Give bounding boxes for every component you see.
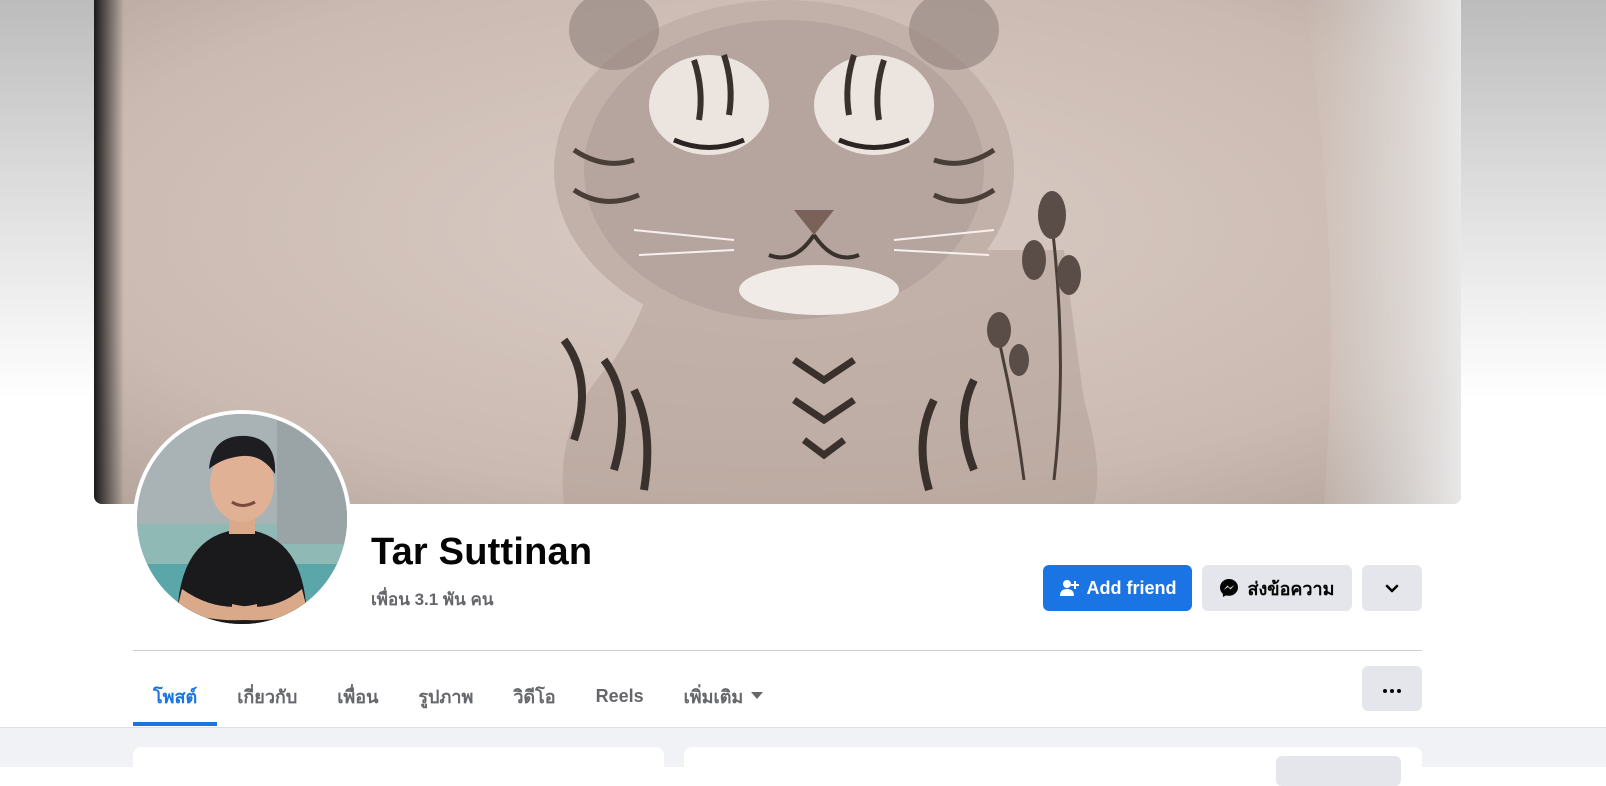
more-options-button[interactable] xyxy=(1362,666,1422,711)
tab-label: วิดีโอ xyxy=(513,686,556,707)
profile-options-dropdown[interactable] xyxy=(1362,565,1422,611)
chevron-down-icon xyxy=(1385,578,1399,599)
header-divider xyxy=(133,650,1422,651)
message-button[interactable]: ส่งข้อความ xyxy=(1202,565,1352,611)
tab-more[interactable]: เพิ่มเติม xyxy=(664,666,784,726)
profile-avatar[interactable] xyxy=(133,410,351,628)
ellipsis-icon xyxy=(1383,680,1401,698)
tab-label: โพสต์ xyxy=(153,686,198,707)
tab-reels[interactable]: Reels xyxy=(576,666,664,726)
caret-down-icon xyxy=(751,692,764,700)
add-friend-label: Add friend xyxy=(1086,577,1177,598)
tab-videos[interactable]: วิดีโอ xyxy=(493,666,575,726)
profile-tabs: โพสต์ เกี่ยวกับ เพื่อน รูปภาพ วิดีโอ Ree… xyxy=(133,666,783,726)
tab-friends[interactable]: เพื่อน xyxy=(317,666,398,726)
message-label: ส่งข้อความ xyxy=(1247,578,1335,599)
filter-button[interactable] xyxy=(1276,756,1401,786)
tab-photos[interactable]: รูปภาพ xyxy=(398,666,493,726)
tab-posts[interactable]: โพสต์ xyxy=(133,666,218,726)
friend-count[interactable]: เพื่อน 3.1 พัน คน xyxy=(371,586,493,613)
tab-label: เพื่อน xyxy=(337,686,379,707)
tab-label: เกี่ยวกับ xyxy=(237,686,298,707)
tab-label: เพิ่มเติม xyxy=(683,686,744,707)
add-friend-button[interactable]: Add friend xyxy=(1043,565,1192,611)
messenger-icon xyxy=(1219,578,1239,598)
profile-name: Tar Suttinan xyxy=(371,531,593,573)
tab-label: รูปภาพ xyxy=(418,686,474,707)
tab-about[interactable]: เกี่ยวกับ xyxy=(217,666,317,726)
person-plus-icon xyxy=(1059,578,1079,598)
avatar-photo xyxy=(137,414,347,624)
intro-card xyxy=(133,747,664,777)
posts-card xyxy=(684,747,1422,786)
tab-label: Reels xyxy=(595,685,644,706)
